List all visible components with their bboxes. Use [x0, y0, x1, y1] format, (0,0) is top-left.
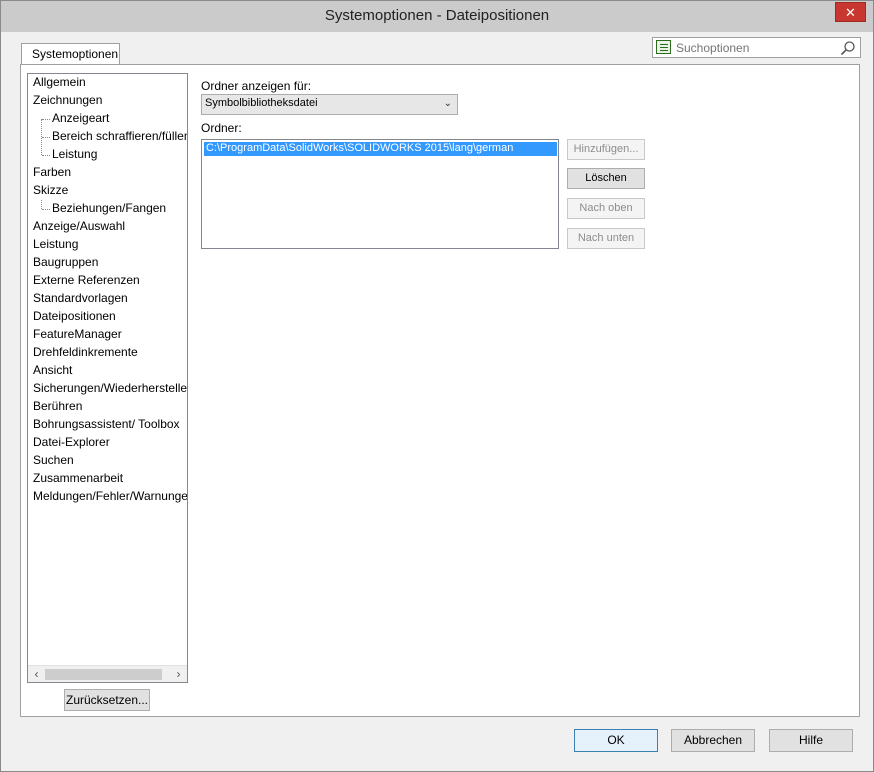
dialog-window: Systemoptionen - Dateipositionen ✕ Syste… — [0, 0, 874, 772]
cancel-button[interactable]: Abbrechen — [671, 729, 755, 752]
tree-item-farben[interactable]: Farben — [33, 164, 187, 182]
tree-item-meldungen[interactable]: Meldungen/Fehler/Warnungen — [33, 488, 187, 506]
reset-button[interactable]: Zurücksetzen... — [64, 689, 150, 711]
tree-connector — [42, 155, 50, 156]
tree-item-bereich-schraffieren[interactable]: Bereich schraffieren/füllen — [52, 128, 187, 146]
window-title: Systemoptionen - Dateipositionen — [324, 7, 550, 24]
help-button[interactable]: Hilfe — [769, 729, 853, 752]
tree-item-anzeigeart[interactable]: Anzeigeart — [52, 110, 187, 128]
folders-label: Ordner: — [201, 121, 242, 135]
tree-item-baugruppen[interactable]: Baugruppen — [33, 254, 187, 272]
options-list-icon — [656, 40, 671, 54]
tree-item-beziehungen-fangen[interactable]: Beziehungen/Fangen — [52, 200, 187, 218]
folder-list-item[interactable]: C:\ProgramData\SolidWorks\SOLIDWORKS 201… — [204, 142, 557, 156]
scroll-right-icon[interactable]: › — [170, 666, 187, 682]
move-down-button[interactable]: Nach unten — [567, 228, 645, 249]
tree-connector — [42, 137, 50, 138]
tree-item-ansicht[interactable]: Ansicht — [33, 362, 187, 380]
tree-item-suchen[interactable]: Suchen — [33, 452, 187, 470]
options-panel: Allgemein Zeichnungen Anzeigeart Bereich… — [20, 64, 860, 717]
tree-item-externe-referenzen[interactable]: Externe Referenzen — [33, 272, 187, 290]
tree-item-bohrungsassistent[interactable]: Bohrungsassistent/ Toolbox — [33, 416, 187, 434]
tree-connector — [42, 119, 50, 120]
tab-systemoptionen[interactable]: Systemoptionen — [21, 43, 120, 65]
folder-type-label: Ordner anzeigen für: — [201, 79, 312, 93]
title-bar[interactable]: Systemoptionen - Dateipositionen ✕ — [1, 1, 873, 32]
tree-item-sicherungen[interactable]: Sicherungen/Wiederherstellen — [33, 380, 187, 398]
tree-item-beruehren[interactable]: Berühren — [33, 398, 187, 416]
tree-item-datei-explorer[interactable]: Datei-Explorer — [33, 434, 187, 452]
chevron-down-icon: ⌄ — [443, 98, 452, 109]
options-tree[interactable]: Allgemein Zeichnungen Anzeigeart Bereich… — [27, 73, 188, 683]
tree-item-skizze[interactable]: Skizze — [33, 182, 187, 200]
delete-button[interactable]: Löschen — [567, 168, 645, 189]
tree-item-anzeige-auswahl[interactable]: Anzeige/Auswahl — [33, 218, 187, 236]
add-button[interactable]: Hinzufügen... — [567, 139, 645, 160]
folder-type-value: Symbolbibliotheksdatei — [205, 97, 318, 109]
search-icon[interactable] — [840, 40, 856, 56]
search-box[interactable] — [652, 37, 861, 58]
folders-list[interactable]: C:\ProgramData\SolidWorks\SOLIDWORKS 201… — [201, 139, 559, 249]
tree-item-allgemein[interactable]: Allgemein — [33, 74, 187, 92]
scroll-thumb[interactable] — [45, 669, 162, 680]
tree-item-drehfeldinkremente[interactable]: Drehfeldinkremente — [33, 344, 187, 362]
search-input[interactable] — [676, 40, 836, 55]
scroll-left-icon[interactable]: ‹ — [28, 666, 45, 682]
tree-item-featuremanager[interactable]: FeatureManager — [33, 326, 187, 344]
tree-item-zeichnungen-leistung[interactable]: Leistung — [52, 146, 187, 164]
tree-guide-line — [41, 200, 42, 209]
close-button[interactable]: ✕ — [835, 2, 866, 22]
tree-horizontal-scrollbar[interactable]: ‹ › — [28, 665, 187, 682]
tree-item-dateipositionen[interactable]: Dateipositionen — [33, 308, 187, 326]
folder-type-select[interactable]: Symbolbibliotheksdatei ⌄ — [201, 94, 458, 115]
ok-button[interactable]: OK — [574, 729, 658, 752]
tree-item-leistung[interactable]: Leistung — [33, 236, 187, 254]
tree-connector — [42, 209, 50, 210]
tree-item-zeichnungen[interactable]: Zeichnungen — [33, 92, 187, 110]
tree-item-standardvorlagen[interactable]: Standardvorlagen — [33, 290, 187, 308]
tree-item-zusammenarbeit[interactable]: Zusammenarbeit — [33, 470, 187, 488]
move-up-button[interactable]: Nach oben — [567, 198, 645, 219]
